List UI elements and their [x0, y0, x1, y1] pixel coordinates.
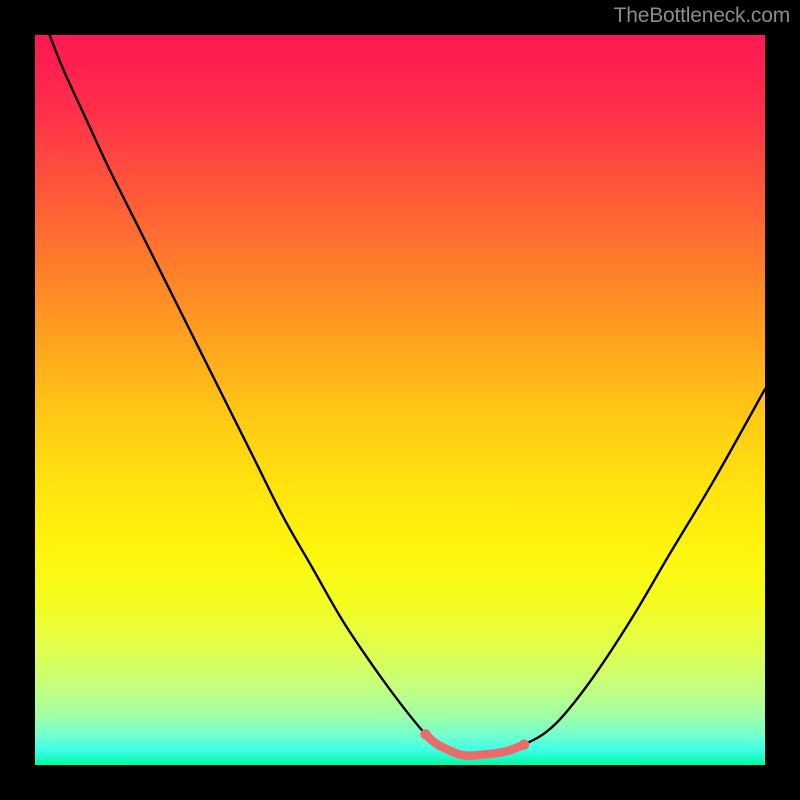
- watermark-text: TheBottleneck.com: [614, 4, 790, 28]
- chart-plot-area: [35, 35, 765, 765]
- red-trough: [426, 734, 525, 755]
- black-curve: [50, 35, 765, 756]
- chart-svg: [35, 35, 765, 765]
- red-trough-endpoint-right: [519, 739, 529, 749]
- red-trough-endpoint-left: [420, 729, 430, 739]
